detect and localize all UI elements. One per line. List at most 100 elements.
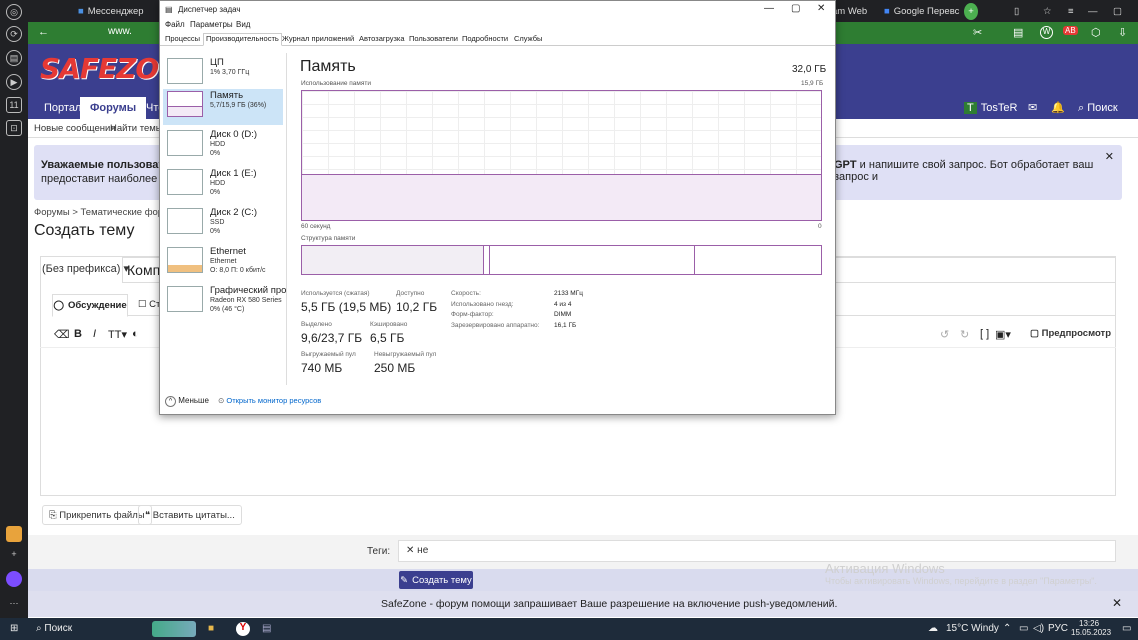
panel-disk0[interactable]: Диск 0 (D:) HDD 0% (163, 128, 283, 164)
find-threads-link[interactable]: Найти темы (110, 123, 163, 134)
create-thread-button[interactable]: ✎ Создать тему (399, 571, 473, 589)
add-icon[interactable]: + (6, 546, 22, 562)
nonpaged-label: Невыгружаемый пул (374, 351, 437, 358)
history-icon[interactable]: ⟳ (6, 26, 22, 42)
tm-close-icon[interactable]: ✕ (817, 3, 825, 14)
memory-usage-graph (301, 90, 822, 221)
tabs-menu-icon[interactable]: ▯ (1014, 3, 1019, 20)
available-label: Доступно (396, 290, 425, 297)
notice-close-icon[interactable]: ✕ (1105, 150, 1114, 163)
maximize-icon[interactable]: ▢ (1113, 3, 1122, 20)
new-posts-link[interactable]: Новые сообщения (34, 123, 116, 134)
user-avatar[interactable]: T TosTeR (964, 97, 1017, 119)
more-icon[interactable]: ⋯ (6, 595, 22, 611)
clock-date[interactable]: 15.05.2023 (1071, 628, 1111, 637)
speed-dial-icon[interactable]: ▤ (6, 50, 22, 66)
memory-usage-fill (302, 174, 821, 220)
folder-icon[interactable] (6, 526, 22, 542)
task-manager-icon: ▤ (165, 5, 173, 14)
tag-chip[interactable]: ✕ не (406, 545, 428, 556)
tab-web[interactable]: am Web (832, 3, 867, 20)
tag-remove-icon[interactable]: ✕ (406, 545, 417, 556)
taskbar-search[interactable]: ⌕ Поиск (36, 623, 72, 634)
search-link[interactable]: ⌕ Поиск (1068, 97, 1128, 119)
explorer-taskbar-icon[interactable]: ■ (208, 623, 214, 634)
tab-discussion[interactable]: ◯ Обсуждение (52, 294, 128, 317)
menu-icon[interactable]: ≡ (1068, 3, 1074, 20)
language-indicator[interactable]: РУС (1048, 623, 1068, 634)
clock-time[interactable]: 13:26 (1079, 619, 1099, 628)
calendar-icon[interactable]: 11 (6, 97, 22, 113)
back-icon[interactable]: ← (38, 26, 49, 38)
panel-disk1[interactable]: Диск 1 (E:) HDD 0% (163, 167, 283, 203)
usage-max: 15,9 ГБ (801, 80, 824, 87)
bold-icon[interactable]: B (74, 328, 82, 340)
panel-gpu[interactable]: Графический про Radeon RX 580 Series 0% … (163, 284, 286, 320)
push-close-icon[interactable]: ✕ (1112, 596, 1122, 610)
tab-performance[interactable]: Производительность (203, 33, 282, 46)
reader-icon[interactable]: ▤ (1013, 26, 1023, 39)
extension-icon[interactable]: ⬡ (1091, 26, 1101, 39)
ethernet-thumbnail (167, 247, 203, 273)
seconds-label: 60 секунд (301, 223, 331, 230)
menu-options[interactable]: Параметры (190, 20, 233, 29)
panel-memory[interactable]: Память 5,7/15,9 ГБ (36%) (163, 89, 283, 125)
usage-label: Использование памяти (301, 80, 371, 87)
notifications-icon[interactable]: ▭ (1122, 623, 1131, 634)
messenger-icon: ■ (78, 6, 84, 17)
tags-input[interactable] (398, 540, 1116, 562)
gpu-thumbnail (167, 286, 203, 312)
panel-cpu[interactable]: ЦП 1% 3,70 ГГц (163, 56, 283, 92)
insert-quotes-button[interactable]: ❝ Вставить цитаты... (138, 505, 242, 525)
form-factor-label: Форм-фактор: (451, 311, 494, 318)
fewer-details-button[interactable]: ^ Меньше (165, 396, 209, 407)
player-icon[interactable]: ▶ (6, 74, 22, 90)
tab-second[interactable]: ☐ Ст (138, 299, 160, 310)
panel-disk2[interactable]: Диск 2 (C:) SSD 0% (163, 206, 283, 242)
panel-ethernet[interactable]: Ethernet Ethernet О: 8,0 П: 0 кбит/с (163, 245, 283, 281)
browser-sidebar: ◎ ⟳ ▤ ▶ 11 ⊡ + ⋯ (0, 0, 28, 618)
tab-users[interactable]: Пользователи (409, 34, 458, 43)
address-input[interactable]: www. (108, 26, 132, 37)
speed-label: Скорость: (451, 290, 481, 297)
tab-app-history[interactable]: Журнал приложений (282, 34, 354, 43)
activation-watermark-title: Активация Windows (825, 561, 945, 576)
new-tab-button[interactable]: + (964, 3, 978, 20)
attach-files-button[interactable]: ⎘ Прикрепить файлы (42, 505, 152, 525)
preview-button[interactable]: ▢ Предпросмотр (1030, 328, 1111, 339)
tab-messenger[interactable]: ■ Мессенджер (78, 3, 144, 20)
assistant-icon[interactable] (6, 571, 22, 587)
tm-minimize-icon[interactable]: — (764, 3, 774, 14)
italic-icon[interactable]: I (93, 328, 96, 340)
screenshot-icon[interactable]: ⊡ (6, 120, 22, 136)
browser-logo-icon[interactable]: ◎ (6, 4, 22, 20)
tray-chevron-icon[interactable]: ⌃ (1003, 623, 1011, 634)
tab-google-translate[interactable]: ■ Google Перевс (884, 3, 959, 20)
extensions-icon[interactable]: ✂ (973, 26, 982, 39)
bookmark-icon[interactable]: ☆ (1043, 3, 1052, 20)
tab-details[interactable]: Подробности (462, 34, 508, 43)
download-icon[interactable]: ⇩ (1118, 26, 1127, 39)
yandex-taskbar-icon[interactable]: Y (236, 622, 250, 636)
tm-maximize-icon[interactable]: ▢ (791, 3, 800, 14)
tab-startup[interactable]: Автозагрузка (359, 34, 405, 43)
taskmanager-taskbar-icon[interactable]: ▤ (262, 623, 271, 634)
text-size-icon[interactable]: TT▾ (108, 328, 127, 341)
start-icon[interactable]: ⊞ (10, 623, 18, 634)
color-icon[interactable]: ◐ (132, 328, 139, 340)
eraser-icon[interactable]: ⌫ (54, 328, 70, 341)
menu-view[interactable]: Вид (236, 20, 250, 29)
resource-monitor-link[interactable]: ⊙ Открыть монитор ресурсов (218, 396, 321, 405)
drafts-icon[interactable]: ▣▾ (995, 328, 1011, 341)
tab-services[interactable]: Службы (514, 34, 542, 43)
undo-icon[interactable]: ↺ (940, 328, 949, 341)
prefix-select[interactable]: (Без префикса) ▾ (42, 262, 129, 275)
redo-icon[interactable]: ↻ (960, 328, 969, 341)
tab-processes[interactable]: Процессы (165, 34, 200, 43)
committed-value: 9,6/23,7 ГБ (301, 331, 363, 345)
fullscreen-icon[interactable]: [ ] (980, 328, 989, 340)
vpn-icon[interactable]: W (1040, 26, 1053, 39)
adblock-icon[interactable]: AB (1063, 26, 1078, 35)
menu-file[interactable]: Файл (165, 20, 185, 29)
minimize-icon[interactable]: — (1088, 3, 1098, 20)
